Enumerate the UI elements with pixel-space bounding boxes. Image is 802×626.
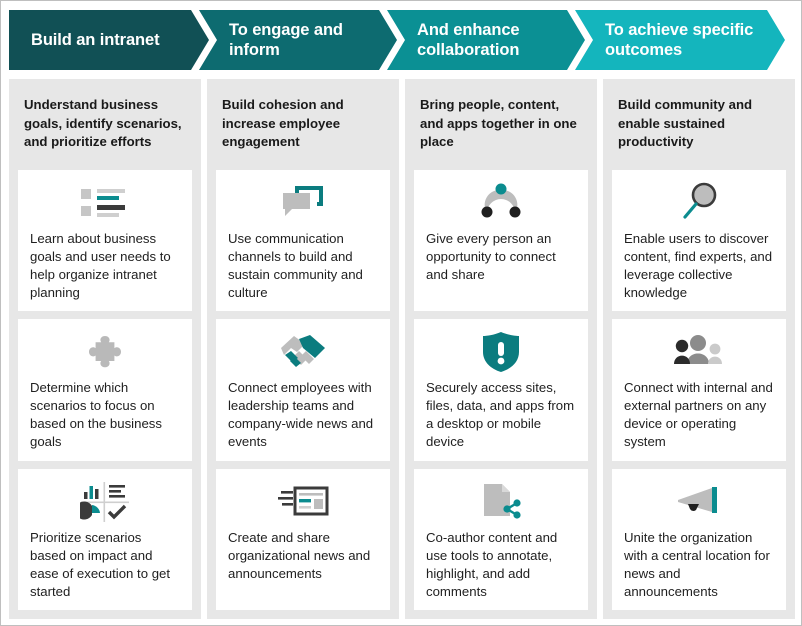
card-text: Enable users to discover content, find e… (624, 231, 773, 300)
intranet-roadmap-infographic: Build an intranet To engage and inform A… (0, 0, 802, 626)
document-share-icon (426, 479, 576, 525)
stage-column-1: Understand business goals, identify scen… (9, 79, 201, 619)
card[interactable]: Securely access sites, files, data, and … (414, 319, 588, 461)
share-network-icon (426, 180, 576, 226)
stage-column-1-description: Understand business goals, identify scen… (24, 97, 182, 150)
puzzle-piece-icon (30, 329, 180, 375)
stage-header-1-label: Build an intranet (31, 30, 160, 49)
card-text: Securely access sites, files, data, and … (426, 380, 575, 450)
card[interactable]: Learn about business goals and user need… (18, 170, 192, 312)
card[interactable]: Connect employees with leadership teams … (216, 319, 390, 461)
stage-column-2-description: Build cohesion and increase employee eng… (222, 97, 344, 150)
stage-header-row: Build an intranet To engage and inform A… (9, 10, 795, 70)
stage-header-3-label: And enhance collaboration (417, 20, 520, 59)
stage-column-3: Bring people, content, and apps together… (405, 79, 597, 619)
card-text: Give every person an opportunity to conn… (426, 231, 556, 282)
stage-column-3-cards: Give every person an opportunity to conn… (414, 170, 588, 610)
stage-header-1[interactable]: Build an intranet (9, 10, 209, 70)
card[interactable]: Use communication channels to build and … (216, 170, 390, 312)
stage-header-4[interactable]: To achieve specific outcomes (575, 10, 785, 70)
card[interactable]: Unite the organization with a central lo… (612, 468, 786, 610)
news-article-icon (228, 479, 378, 525)
stage-column-4: Build community and enable sustained pro… (603, 79, 795, 619)
card-text: Use communication channels to build and … (228, 231, 363, 300)
card[interactable]: Connect with internal and external partn… (612, 319, 786, 461)
card[interactable]: Prioritize scenarios based on impact and… (18, 468, 192, 610)
card[interactable]: Create and share organizational news and… (216, 468, 390, 610)
card-text: Learn about business goals and user need… (30, 231, 171, 300)
stage-header-2[interactable]: To engage and inform (199, 10, 397, 70)
stage-header-2-label: To engage and inform (229, 20, 343, 59)
megaphone-icon (624, 479, 774, 525)
stage-column-3-description: Bring people, content, and apps together… (420, 97, 577, 150)
stage-columns: Understand business goals, identify scen… (9, 79, 795, 619)
card-text: Connect with internal and external partn… (624, 380, 773, 450)
handshake-icon (228, 329, 378, 375)
magnifying-glass-icon (624, 180, 774, 226)
card-text: Determine which scenarios to focus on ba… (30, 380, 162, 450)
stage-column-4-description: Build community and enable sustained pro… (618, 97, 753, 150)
stage-column-2: Build cohesion and increase employee eng… (207, 79, 399, 619)
card[interactable]: Co-author content and use tools to annot… (414, 468, 588, 610)
card-text: Co-author content and use tools to annot… (426, 529, 558, 599)
analytics-dashboard-icon (30, 479, 180, 525)
card-text: Unite the organization with a central lo… (624, 529, 770, 599)
stage-column-4-cards: Enable users to discover content, find e… (612, 170, 786, 610)
people-group-icon (624, 329, 774, 375)
card-text: Connect employees with leadership teams … (228, 380, 374, 450)
chat-bubbles-icon (228, 180, 378, 226)
stage-column-1-cards: Learn about business goals and user need… (18, 170, 192, 610)
card[interactable]: Give every person an opportunity to conn… (414, 170, 588, 312)
stage-header-4-label: To achieve specific outcomes (605, 20, 754, 59)
card-text: Prioritize scenarios based on impact and… (30, 529, 171, 599)
card[interactable]: Enable users to discover content, find e… (612, 170, 786, 312)
shield-alert-icon (426, 329, 576, 375)
list-view-icon (30, 180, 180, 226)
stage-header-3[interactable]: And enhance collaboration (387, 10, 585, 70)
stage-column-2-cards: Use communication channels to build and … (216, 170, 390, 610)
card[interactable]: Determine which scenarios to focus on ba… (18, 319, 192, 461)
card-text: Create and share organizational news and… (228, 529, 371, 581)
